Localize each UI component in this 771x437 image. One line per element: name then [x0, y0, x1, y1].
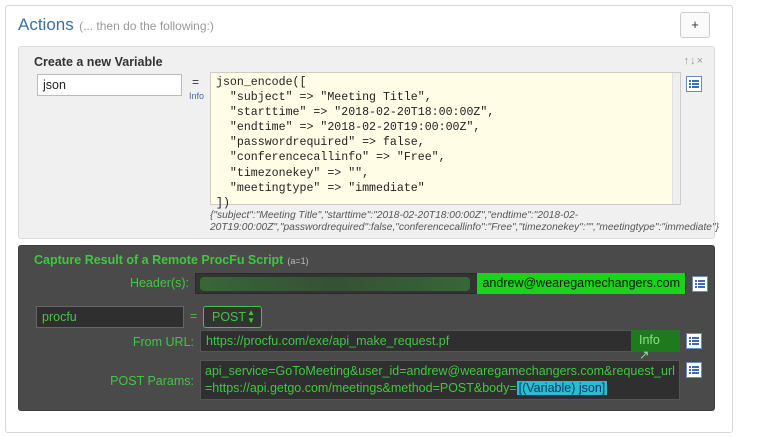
variable-code-editor[interactable]: json_encode([ "subject" => "Meeting Titl…: [210, 72, 681, 210]
http-method-select[interactable]: POST ▲ ▼: [203, 306, 262, 328]
variable-result-preview: {"subject":"Meeting Title","starttime":"…: [210, 210, 719, 233]
method-value: POST: [212, 310, 247, 324]
actions-title: Actions: [18, 15, 74, 34]
code-scrollbar[interactable]: [672, 73, 680, 204]
from-url-input[interactable]: https://procfu.com/exe/api_make_request.…: [200, 330, 632, 352]
equals-sign: =: [192, 75, 200, 89]
create-variable-panel: Create a new Variable ↑↓× json = Info js…: [18, 46, 719, 239]
actions-header: Actions (... then do the following:): [18, 15, 214, 35]
from-url-label: From URL:: [132, 335, 194, 349]
post-params-input[interactable]: api_service=GoToMeeting&user_id=andrew@w…: [200, 360, 680, 400]
capture-result-panel: Capture Result of a Remote ProcFu Script…: [18, 245, 715, 411]
add-action-button[interactable]: +: [680, 12, 710, 38]
capture-panel-title: Capture Result of a Remote ProcFu Script…: [34, 253, 309, 267]
header-email-value: andrew@wearegamechangers.com: [477, 273, 685, 294]
menu-list-icon[interactable]: [686, 362, 702, 381]
info-external-button[interactable]: Info ↗: [632, 330, 680, 362]
redacted-header-value: [200, 277, 470, 291]
code-text: json_encode([ "subject" => "Meeting Titl…: [216, 76, 495, 210]
menu-list-icon[interactable]: [692, 276, 708, 295]
capture-title-text: Capture Result of a Remote ProcFu Script: [34, 253, 284, 267]
result-variable-input[interactable]: procfu: [36, 306, 184, 328]
capture-subtitle: (a=1): [287, 256, 309, 266]
headers-label: Header(s):: [129, 276, 189, 290]
variable-name-input[interactable]: json: [37, 74, 182, 96]
menu-list-icon[interactable]: [686, 333, 702, 352]
select-arrows-icon: ▲ ▼: [247, 308, 255, 325]
equals-sign: =: [190, 309, 198, 323]
menu-list-icon[interactable]: [686, 76, 702, 95]
variable-panel-title: Create a new Variable: [34, 55, 163, 69]
variable-token-chip[interactable]: [(Variable) json]: [516, 381, 608, 395]
headers-input[interactable]: andrew@wearegamechangers.com: [195, 273, 686, 294]
post-params-label: POST Params:: [110, 374, 194, 388]
info-link[interactable]: Info: [189, 91, 204, 101]
reorder-delete-icons[interactable]: ↑↓×: [684, 55, 704, 67]
actions-subtitle: (... then do the following:): [79, 19, 214, 33]
